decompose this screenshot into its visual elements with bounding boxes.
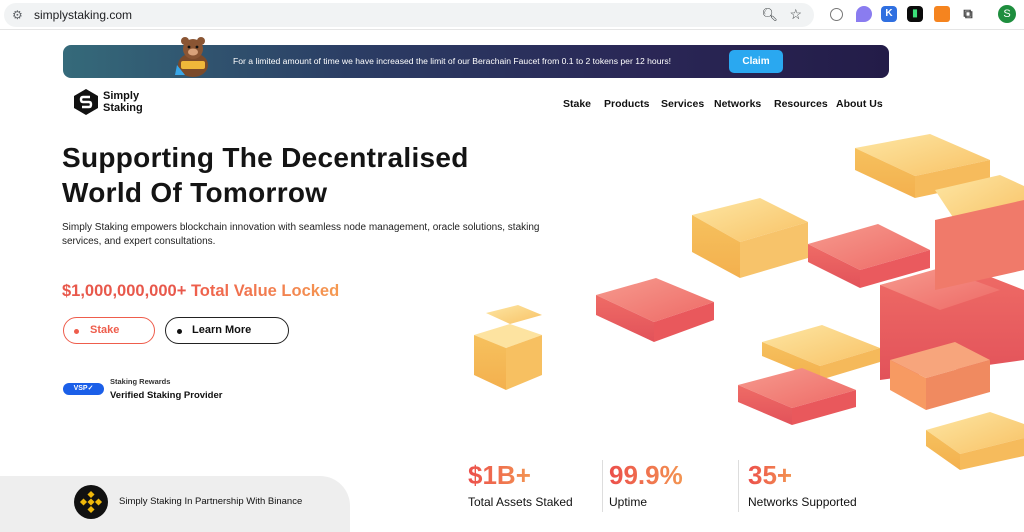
nav-item-about-us[interactable]: About Us [836,98,883,110]
vsp-badge: VSP✓ [63,383,104,395]
cube-small-left [486,305,542,324]
verified-label: Verified Staking Provider [110,390,223,401]
banner-message: For a limited amount of time we have inc… [233,56,672,66]
learn-more-dot-icon [177,329,182,334]
profile-avatar[interactable]: S [998,5,1016,23]
zoom-icon[interactable]: 🔍︎ [761,7,778,23]
stat-assets-label: Total Assets Staked [468,495,573,509]
nav-item-services[interactable]: Services [661,98,704,110]
stat-divider [738,460,739,512]
metamask-icon[interactable] [934,6,950,22]
stat-networks-value: 35+ [748,460,793,490]
site-settings-icon[interactable]: ⚙ [12,8,23,22]
nav-item-networks[interactable]: Networks [714,98,761,110]
promo-banner: For a limited amount of time we have inc… [63,37,889,78]
stake-dot-icon [74,329,79,334]
tvl-amount: $1,000,000,000+ [62,282,187,300]
stat-divider [602,460,603,512]
address-bar[interactable]: ⚙ simplystaking.com 🔍︎ ☆ [4,3,814,27]
stat-uptime-value: 99.9% [609,460,683,490]
copilot-icon[interactable] [830,8,843,21]
terminal-icon[interactable]: ▮ [907,6,923,22]
total-value-locked: $1,000,000,000+ Total Value Locked [62,282,339,301]
binance-logo-icon [74,485,108,519]
stake-button-label: Stake [90,324,120,336]
verified-source: Staking Rewards [110,377,171,386]
stat-assets-value: $1B+ [468,460,531,490]
stat-uptime-label: Uptime [609,495,648,509]
nav-item-resources[interactable]: Resources [774,98,828,110]
learn-more-button-label: Learn More [192,324,252,336]
logo-text: Simply Staking [103,90,163,114]
logo-line1: Simply [103,90,140,102]
tvl-label: Total Value Locked [190,282,340,300]
learn-more-button[interactable]: Learn More [165,317,289,344]
nav-item-products[interactable]: Products [604,98,650,110]
browser-toolbar: ⚙ simplystaking.com 🔍︎ ☆ K ▮ ⧉ S [0,0,1024,30]
logo-line2: Staking [103,102,143,114]
simply-staking-logo-icon [74,89,98,115]
partner-text: Simply Staking In Partnership With Binan… [119,496,303,507]
puzzle-icon[interactable]: ⧉ [960,6,976,22]
bear-mascot-icon [175,37,208,77]
stat-networks-label: Networks Supported [748,495,857,509]
bookmark-star-icon[interactable]: ☆ [789,6,802,23]
stake-button[interactable]: Stake [63,317,155,344]
hero-cubes-illustration [474,134,1024,470]
feather-icon[interactable] [856,6,872,22]
url-text[interactable]: simplystaking.com [34,8,132,22]
claim-button[interactable]: Claim [729,50,783,73]
k-icon[interactable]: K [881,6,897,22]
nav-item-stake[interactable]: Stake [563,98,591,110]
